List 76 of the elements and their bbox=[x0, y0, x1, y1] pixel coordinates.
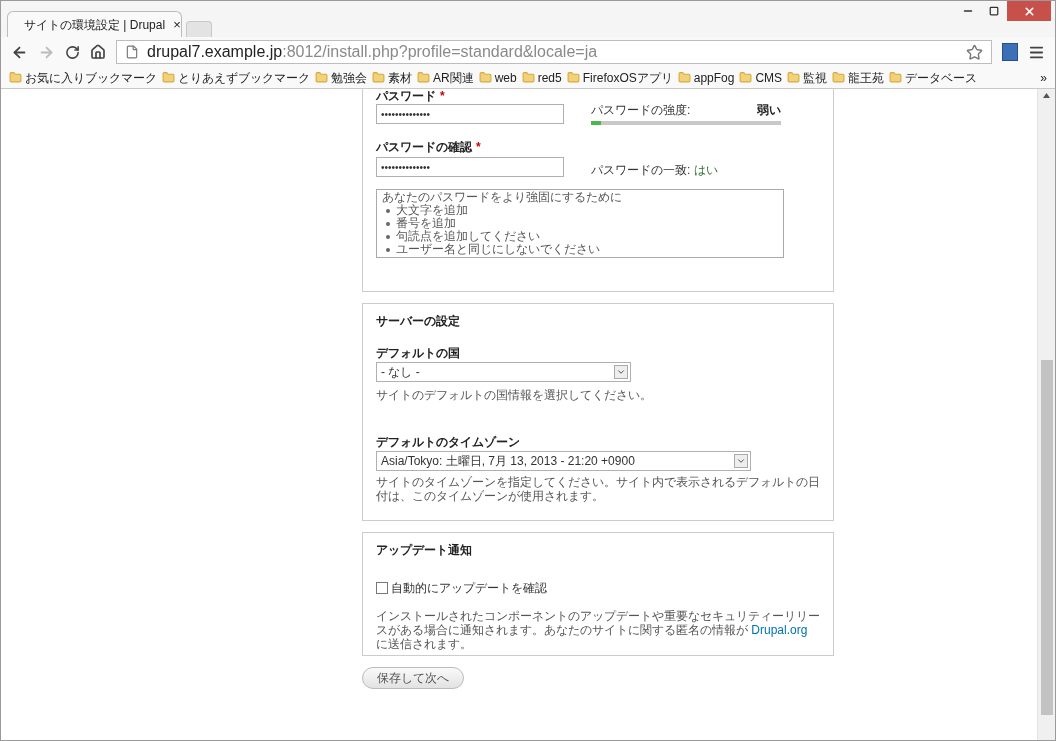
fieldset-legend: アップデート通知 bbox=[376, 541, 820, 559]
bookmark-item[interactable]: 勉強会 bbox=[331, 68, 367, 87]
home-button[interactable] bbox=[90, 44, 106, 60]
bookmark-star-icon[interactable] bbox=[966, 43, 983, 61]
field-description: サイトのタイムゾーンを指定してください。サイト内で表示されるデフォルトの日付は、このタイムゾーンが使用されます。 bbox=[376, 475, 821, 503]
folder-icon bbox=[315, 71, 328, 84]
field-label: デフォルトのタイムゾーン bbox=[376, 434, 521, 451]
folder-icon bbox=[566, 71, 580, 84]
folder-icon bbox=[832, 71, 846, 84]
bookmark-item[interactable]: web bbox=[494, 68, 517, 87]
tips-intro: あなたのパスワードをより強固にするために bbox=[382, 191, 623, 204]
bookmarks-overflow[interactable]: » bbox=[1040, 68, 1047, 87]
required-mark: * bbox=[476, 140, 481, 154]
bookmark-item[interactable]: 監視 bbox=[803, 68, 828, 87]
country-select[interactable]: - なし - bbox=[376, 362, 631, 382]
timezone-select[interactable]: Asia/Tokyo: 土曜日, 7月 13, 2013 - 21:20 +0900 bbox=[376, 451, 751, 471]
bookmark-item[interactable]: 素材 bbox=[388, 68, 412, 87]
strength-label: パスワードの強度: bbox=[591, 102, 691, 119]
updates-description: インストールされたコンポーネントのアップデートや重要なセキュリティーリリースがある場合に通知されます。あなたのサイトに関する匿名の情報が Drupal.org に送信されます。 bbox=[376, 609, 821, 651]
folder-icon bbox=[478, 71, 492, 84]
dropdown-icon bbox=[614, 365, 628, 379]
confirm-password-field[interactable]: •••••••••••••• bbox=[376, 157, 564, 177]
strength-value: 弱い bbox=[757, 102, 781, 119]
password-field[interactable]: •••••••••••••• bbox=[376, 104, 564, 124]
field-label: デフォルトの国 bbox=[376, 345, 461, 362]
bookmark-item[interactable]: とりあえずブックマーク bbox=[178, 68, 310, 87]
required-mark: * bbox=[440, 89, 445, 103]
tab-close[interactable]: × bbox=[173, 14, 181, 35]
folder-icon bbox=[372, 71, 385, 84]
field-description: サイトのデフォルトの国情報を選択してください。 bbox=[376, 387, 653, 404]
url-text: drupal7.example.jp:8012/install.php?profile=standard&locale=ja bbox=[147, 42, 598, 62]
folder-icon bbox=[787, 71, 801, 84]
bullet-icon bbox=[386, 221, 390, 226]
page-icon bbox=[125, 45, 139, 59]
dropdown-icon bbox=[734, 454, 748, 468]
tip-item: 番号を追加 bbox=[386, 217, 778, 230]
folder-icon bbox=[162, 71, 175, 84]
bullet-icon bbox=[386, 234, 390, 239]
folder-icon bbox=[677, 71, 691, 84]
folder-icon bbox=[739, 71, 753, 84]
folder-icon bbox=[889, 71, 903, 84]
bookmark-item[interactable]: お気に入りブックマーク bbox=[25, 68, 157, 87]
scroll-up-icon[interactable] bbox=[1043, 93, 1050, 98]
checkbox-label: 自動的にアップデートを確認 bbox=[391, 580, 547, 597]
browser-tab[interactable]: サイトの環境設定 | Drupal × bbox=[7, 11, 182, 37]
match-value: はい bbox=[694, 162, 719, 179]
tip-item: 句読点を追加してください bbox=[386, 230, 778, 243]
bookmark-item[interactable]: 龍王苑 bbox=[848, 68, 885, 87]
bookmark-item[interactable]: AR関連 bbox=[433, 68, 474, 87]
bookmark-item[interactable]: appFog bbox=[693, 68, 735, 87]
tip-item: 大文字を追加 bbox=[386, 204, 778, 217]
reload-button[interactable] bbox=[65, 44, 80, 60]
bullet-icon bbox=[386, 208, 390, 213]
save-next-button[interactable]: 保存して次へ bbox=[362, 667, 464, 689]
scrollbar-thumb[interactable] bbox=[1040, 360, 1053, 715]
drupal-link[interactable]: Drupal.org bbox=[751, 623, 808, 637]
close-icon bbox=[1022, 4, 1036, 18]
address-bar[interactable]: drupal7.example.jp:8012/install.php?profile=standard&locale=ja bbox=[116, 40, 992, 64]
bookmark-item[interactable]: データベース bbox=[905, 68, 978, 87]
fieldset-legend: サーバーの設定 bbox=[376, 312, 820, 330]
field-label: パスワードの確認 bbox=[376, 140, 472, 154]
checkbox[interactable] bbox=[376, 582, 388, 594]
tip-item: ユーザー名と同じにしないでください bbox=[386, 243, 778, 256]
folder-icon bbox=[9, 71, 22, 84]
field-label: パスワード bbox=[376, 89, 436, 103]
bullet-icon bbox=[386, 247, 390, 252]
maximize-icon[interactable] bbox=[989, 6, 999, 16]
folder-icon bbox=[417, 71, 430, 84]
close-button[interactable] bbox=[1007, 1, 1051, 21]
folder-icon bbox=[521, 71, 535, 84]
bookmark-item[interactable]: red5 bbox=[537, 68, 562, 87]
tab-title: サイトの環境設定 | Drupal bbox=[24, 16, 166, 34]
match-label: パスワードの一致: bbox=[591, 162, 691, 179]
scrollbar[interactable] bbox=[1037, 89, 1055, 740]
bookmark-item[interactable]: FirefoxOSアプリ bbox=[582, 68, 673, 87]
bookmark-item[interactable]: CMS bbox=[755, 68, 783, 87]
